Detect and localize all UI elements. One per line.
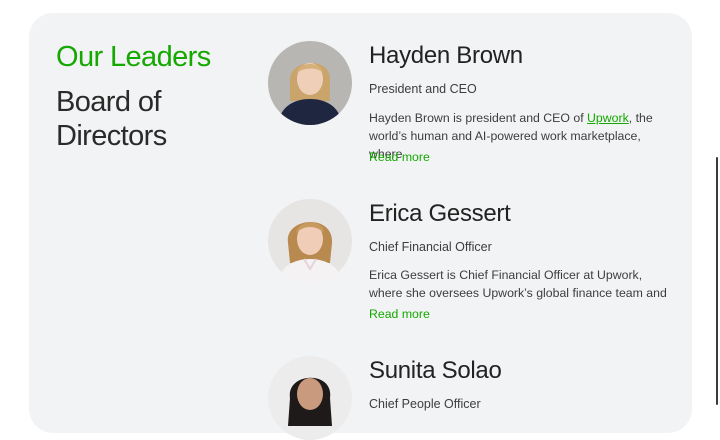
leader-role: Chief Financial Officer	[369, 240, 492, 254]
leaders-panel	[29, 13, 692, 433]
section-heading: Board of Directors	[56, 85, 167, 153]
heading-line-1: Board of	[56, 86, 161, 118]
read-more-link[interactable]: Read more	[369, 307, 430, 321]
leader-role: President and CEO	[369, 82, 477, 96]
avatar	[268, 199, 352, 283]
upwork-link[interactable]: Upwork	[587, 111, 629, 125]
leader-name: Erica Gessert	[369, 200, 511, 227]
avatar	[268, 41, 352, 125]
leader-bio: Erica Gessert is Chief Financial Officer…	[369, 268, 667, 300]
heading-line-2: Directors	[56, 120, 167, 152]
leader-name: Hayden Brown	[369, 42, 523, 69]
leader-role: Chief People Officer	[369, 397, 481, 411]
read-more-link[interactable]: Read more	[369, 150, 430, 164]
bio-text: Hayden Brown is president and CEO of	[369, 111, 588, 125]
section-eyebrow: Our Leaders	[56, 41, 211, 73]
scrollbar[interactable]	[716, 157, 718, 405]
leader-name: Sunita Solao	[369, 357, 502, 384]
avatar	[268, 356, 352, 440]
